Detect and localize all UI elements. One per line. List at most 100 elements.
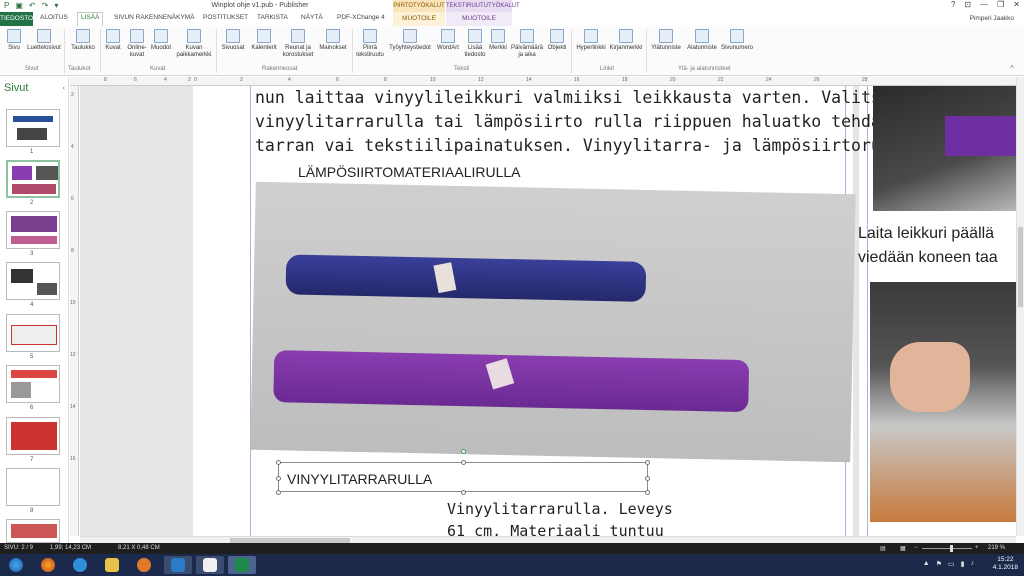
picture-placeholder-button[interactable]: Kuvan paikkamerkki: [174, 29, 214, 59]
lync-icon[interactable]: [164, 556, 192, 574]
resize-handle[interactable]: [461, 460, 466, 465]
help-button[interactable]: ?: [951, 0, 955, 9]
resize-handle[interactable]: [276, 476, 281, 481]
page-thumbnail-selected[interactable]: [6, 160, 60, 198]
resize-handle[interactable]: [645, 476, 650, 481]
page-thumbnail[interactable]: [6, 519, 60, 543]
page-number-button[interactable]: Sivunumero: [718, 29, 756, 52]
page-thumbnail[interactable]: [6, 417, 60, 455]
tab-page-design[interactable]: SIVUN RAKENNENÄKYMÄ: [114, 14, 195, 21]
zoom-slider-knob[interactable]: [950, 545, 953, 552]
wordart-button[interactable]: WordArt: [434, 29, 462, 52]
zoom-level[interactable]: 219 %: [988, 545, 1005, 551]
date-time-button[interactable]: Päivämäärä ja aika: [509, 29, 545, 59]
network-icon[interactable]: ▮: [961, 560, 965, 568]
object-button[interactable]: Objekti: [545, 29, 569, 52]
scroll-thumb[interactable]: [1018, 227, 1023, 307]
group-label-tables: Taulukot: [68, 66, 91, 72]
heading-heat-transfer-roll[interactable]: LÄMPÖSIIRTOMATERIAALIRULLA: [298, 164, 521, 180]
show-hidden-icons[interactable]: ▲: [923, 560, 930, 568]
hyperlink-button[interactable]: Hyperlinkki: [573, 29, 609, 52]
tab-insert[interactable]: LISÄÄ: [77, 12, 104, 26]
single-page-view-icon[interactable]: ▤: [880, 545, 886, 552]
restore-button[interactable]: ❐: [997, 0, 1004, 9]
monitor-icon[interactable]: ▭: [948, 560, 955, 568]
clock[interactable]: 15:22 4.1.2018: [993, 556, 1018, 572]
shapes-button[interactable]: Muodot: [148, 29, 174, 52]
table-button[interactable]: Taulukko: [67, 29, 99, 52]
resize-handle[interactable]: [645, 490, 650, 495]
minimize-button[interactable]: —: [980, 0, 988, 9]
close-button[interactable]: ✕: [1013, 0, 1020, 9]
borders-accents-button[interactable]: Reunat ja korostukset: [279, 29, 317, 59]
footer-button[interactable]: Alatunniste: [684, 29, 720, 52]
collapse-panel-icon[interactable]: ‹: [63, 85, 65, 92]
volume-icon[interactable]: ♪: [971, 560, 975, 568]
draw-textbox-button[interactable]: Piirrä tekstiruutu: [355, 29, 385, 59]
tab-mailings[interactable]: POSTITUKSET: [203, 14, 248, 21]
bookmark-button[interactable]: Kirjanmerkki: [608, 29, 644, 52]
right-text-line[interactable]: viedään koneen taa: [858, 249, 998, 267]
business-info-button[interactable]: Työyhteystiedot: [386, 29, 434, 52]
right-text-line[interactable]: Laita leikkuri päällä: [858, 225, 994, 243]
page-thumbnail[interactable]: [6, 365, 60, 403]
system-tray: ▲ ⚑ ▭ ▮ ♪: [923, 560, 974, 568]
horizontal-scrollbar[interactable]: [80, 536, 1016, 543]
page-thumbnail[interactable]: [6, 262, 60, 300]
page-parts-button[interactable]: Sivuosat: [218, 29, 248, 52]
hand-photo[interactable]: [870, 282, 1016, 522]
tab-format-textbox[interactable]: MUOTOILE: [446, 12, 512, 26]
tab-pdf-xchange[interactable]: PDF-XChange 4: [337, 14, 385, 21]
vertical-ruler[interactable]: 2 4 6 8 10 12 14 16: [70, 86, 79, 536]
insert-page-button[interactable]: Sivu: [4, 29, 24, 52]
document-canvas[interactable]: nun laittaa vinyylileikkuri valmiiksi le…: [80, 86, 1016, 536]
zoom-out-icon[interactable]: −: [914, 545, 918, 551]
cutter-photo[interactable]: [873, 86, 1016, 211]
pictures-button[interactable]: Kuvat: [102, 29, 124, 52]
page-thumbnail[interactable]: [6, 314, 60, 352]
rotate-handle[interactable]: [461, 449, 466, 454]
borders-icon: [291, 29, 305, 43]
calendars-button[interactable]: Kalenterit: [249, 29, 279, 52]
advertisements-button[interactable]: Mainokset: [317, 29, 349, 52]
user-name[interactable]: Pimperi Jaakko: [970, 15, 1014, 22]
file-explorer-icon[interactable]: [98, 556, 126, 574]
insert-file-button[interactable]: Lisää tiedosto: [462, 29, 488, 59]
tab-format-drawing[interactable]: MUOTOILE: [393, 12, 445, 26]
firefox-icon[interactable]: [34, 556, 62, 574]
header-button[interactable]: Ylätunniste: [648, 29, 684, 52]
internet-explorer-icon[interactable]: [66, 556, 94, 574]
rolls-photo[interactable]: [250, 181, 856, 463]
ribbon-display-button[interactable]: ⊡: [964, 0, 971, 9]
flag-icon[interactable]: ⚑: [936, 560, 942, 568]
catalog-pages-button[interactable]: Luettelosivut: [24, 29, 64, 52]
vertical-scrollbar[interactable]: [1016, 77, 1024, 536]
page-thumbnail[interactable]: [6, 211, 60, 249]
page-indicator[interactable]: SIVU: 2 / 9: [4, 545, 33, 551]
page-thumbnail[interactable]: [6, 468, 60, 506]
resize-handle[interactable]: [645, 460, 650, 465]
zoom-in-icon[interactable]: +: [975, 545, 979, 551]
start-button[interactable]: [2, 556, 30, 574]
tab-home[interactable]: ALOITUS: [40, 14, 68, 21]
symbol-button[interactable]: Merkki: [487, 29, 509, 52]
selected-textbox[interactable]: VINYYLITARRARULLA: [276, 449, 650, 495]
textbox-text[interactable]: VINYYLITARRARULLA: [287, 471, 432, 487]
online-pictures-button[interactable]: Online-kuvat: [124, 29, 150, 59]
horizontal-ruler[interactable]: 8 6 4 2 0 2 4 6 8 10 12 14 16 18 20 22 2…: [70, 77, 1016, 86]
media-center-icon[interactable]: [130, 556, 158, 574]
body-text-frame[interactable]: nun laittaa vinyylileikkuri valmiiksi le…: [255, 86, 970, 158]
caption-text[interactable]: Vinyylitarrarulla. Leveys 61 cm. Materiaa…: [447, 498, 673, 536]
zoom-slider[interactable]: [922, 548, 972, 549]
publisher-taskbar-icon[interactable]: [228, 556, 256, 574]
two-page-view-icon[interactable]: ▦: [900, 545, 906, 552]
resize-handle[interactable]: [461, 490, 466, 495]
tab-file[interactable]: TIEDOSTO: [0, 12, 33, 26]
page-thumbnail[interactable]: [6, 109, 60, 147]
tab-review[interactable]: TARKISTA: [257, 14, 288, 21]
resize-handle[interactable]: [276, 490, 281, 495]
tab-view[interactable]: NÄYTÄ: [301, 14, 323, 21]
media-player-icon[interactable]: [196, 556, 224, 574]
collapse-ribbon-icon[interactable]: ^: [1010, 64, 1014, 73]
resize-handle[interactable]: [276, 460, 281, 465]
